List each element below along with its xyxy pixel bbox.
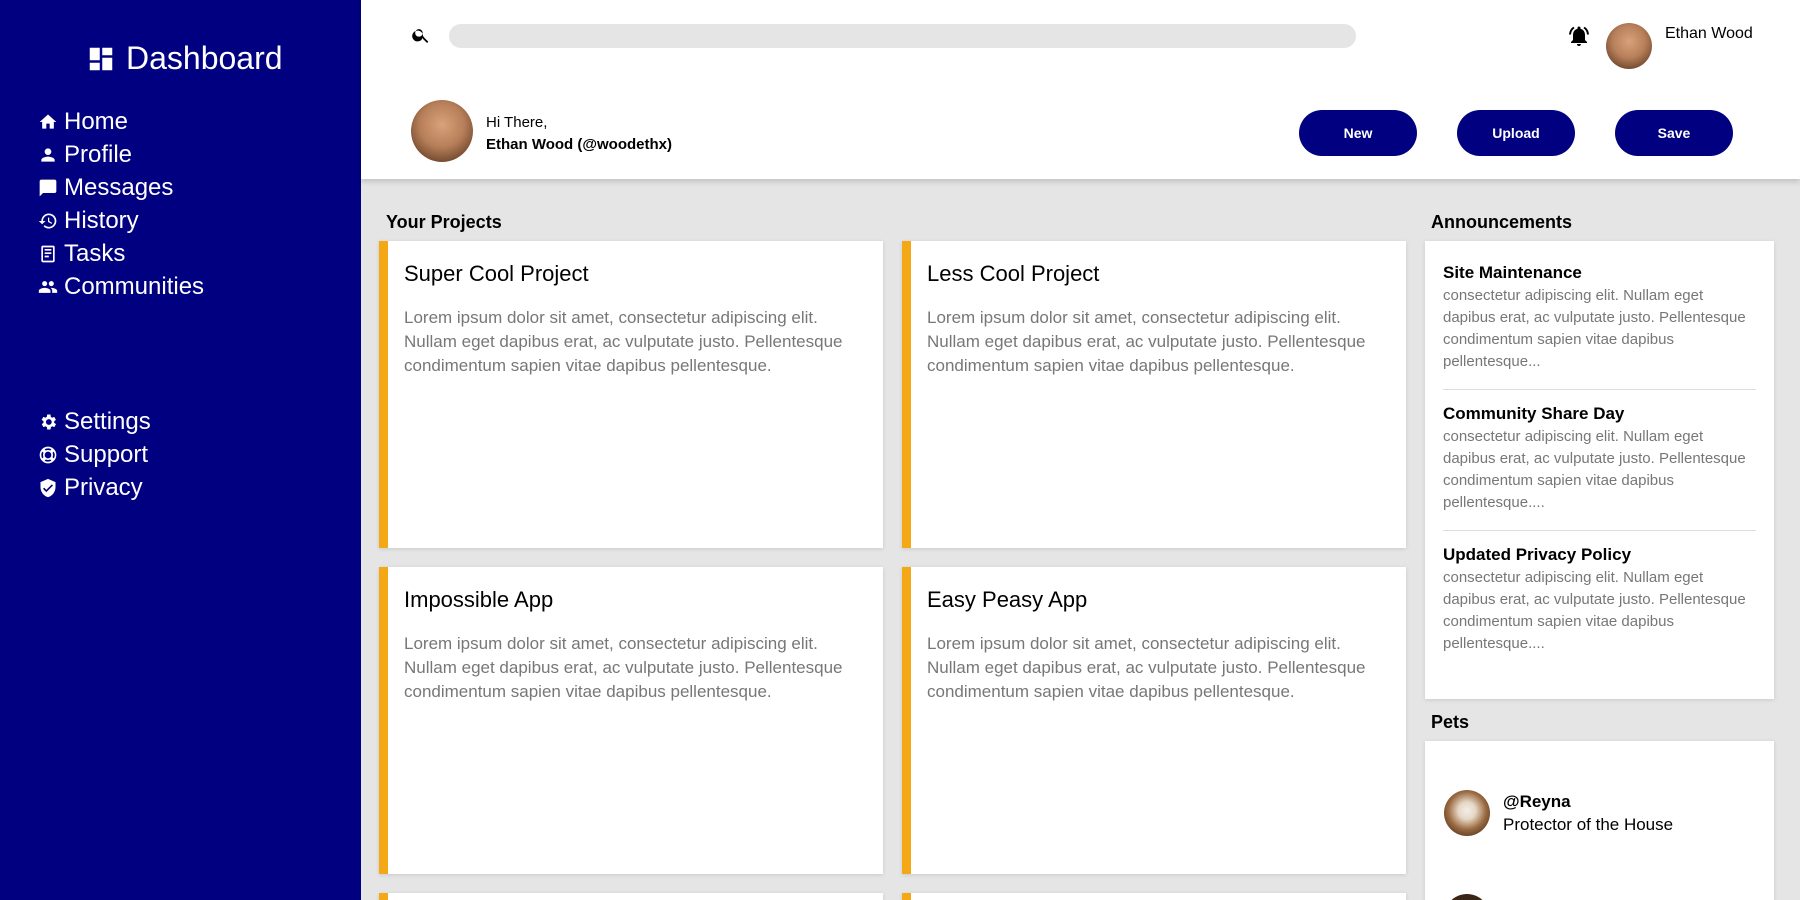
pets-title: Pets <box>1431 712 1470 732</box>
project-description: Lorem ipsum dolor sit amet, consectetur … <box>927 308 1366 375</box>
sidebar-item-label: Profile <box>64 140 133 168</box>
message-icon <box>38 178 58 198</box>
greeting-name: Ethan Wood (@woodethx) <box>486 136 672 153</box>
sidebar-item-label: Settings <box>64 407 151 435</box>
announcement-body: consectetur adipiscing elit. Nullam eget… <box>1443 428 1746 511</box>
announcement-body: consectetur adipiscing elit. Nullam eget… <box>1443 287 1746 370</box>
history-icon <box>38 211 58 231</box>
search-icon[interactable] <box>411 25 431 45</box>
project-card[interactable] <box>379 893 883 900</box>
announcements-title: Announcements <box>1431 212 1573 232</box>
project-title: Impossible App <box>404 587 554 612</box>
announcement-title: Updated Privacy Policy <box>1443 545 1632 564</box>
sidebar: Dashboard Home Profile Messages History … <box>0 0 361 900</box>
header-username[interactable]: Ethan Wood <box>1665 25 1753 43</box>
announcements-panel: Site Maintenance consectetur adipiscing … <box>1425 241 1774 699</box>
tasks-icon <box>38 244 58 264</box>
sidebar-item-label: Messages <box>64 173 174 201</box>
sidebar-item-profile[interactable]: Profile <box>38 138 204 171</box>
project-card[interactable]: Easy Peasy App Lorem ipsum dolor sit ame… <box>902 567 1406 874</box>
secondary-nav: Settings Support Privacy <box>38 405 151 504</box>
projects-title: Your Projects <box>386 212 502 232</box>
project-card[interactable]: Super Cool Project Lorem ipsum dolor sit… <box>379 241 883 548</box>
project-description: Lorem ipsum dolor sit amet, consectetur … <box>404 308 843 375</box>
pet-role: Protector of the House <box>1503 815 1674 834</box>
primary-nav: Home Profile Messages History Tasks Comm… <box>38 105 204 303</box>
group-icon <box>38 277 58 297</box>
sidebar-item-messages[interactable]: Messages <box>38 171 204 204</box>
avatar[interactable] <box>1606 23 1652 69</box>
sidebar-item-label: History <box>64 206 139 234</box>
announcement-title: Site Maintenance <box>1443 263 1582 282</box>
pet-handle[interactable]: @Reyna <box>1503 792 1571 812</box>
bell-icon[interactable] <box>1567 24 1591 48</box>
dashboard-icon <box>89 47 113 70</box>
sidebar-item-privacy[interactable]: Privacy <box>38 471 151 504</box>
announcement-item[interactable]: Community Share Day consectetur adipisci… <box>1443 404 1756 531</box>
sidebar-item-history[interactable]: History <box>38 204 204 237</box>
greeting-text: Hi There, <box>486 114 548 131</box>
project-title: Easy Peasy App <box>927 587 1088 612</box>
announcement-title: Community Share Day <box>1443 404 1625 423</box>
announcement-body: consectetur adipiscing elit. Nullam eget… <box>1443 569 1746 652</box>
profile-avatar <box>411 100 473 162</box>
sidebar-item-label: Support <box>64 440 149 468</box>
save-button[interactable]: Save <box>1615 110 1733 156</box>
project-card[interactable]: Impossible App Lorem ipsum dolor sit ame… <box>379 567 883 874</box>
pets-panel: @Reyna Protector of the House <box>1425 741 1774 900</box>
person-icon <box>38 145 58 165</box>
brand-title: Dashboard <box>126 40 283 76</box>
lifebuoy-icon <box>38 445 58 465</box>
project-description: Lorem ipsum dolor sit amet, consectetur … <box>927 634 1366 701</box>
home-icon <box>38 112 58 132</box>
sidebar-item-label: Communities <box>64 272 205 300</box>
greeting: Hi There, Ethan Wood (@woodethx) <box>486 112 672 156</box>
sidebar-item-label: Tasks <box>64 239 126 267</box>
sidebar-item-communities[interactable]: Communities <box>38 270 204 303</box>
announcement-item[interactable]: Updated Privacy Policy consectetur adipi… <box>1443 545 1756 671</box>
new-button[interactable]: New <box>1299 110 1417 156</box>
shield-icon <box>38 478 58 498</box>
sidebar-item-support[interactable]: Support <box>38 438 151 471</box>
project-card[interactable] <box>902 893 1406 900</box>
project-title: Less Cool Project <box>927 261 1100 286</box>
announcement-item[interactable]: Site Maintenance consectetur adipiscing … <box>1443 263 1756 390</box>
header: Ethan Wood Hi There, Ethan Wood (@woodet… <box>361 0 1800 179</box>
pet-avatar[interactable] <box>1444 790 1490 836</box>
upload-button[interactable]: Upload <box>1457 110 1575 156</box>
sidebar-item-label: Privacy <box>64 473 143 501</box>
gear-icon <box>38 412 58 432</box>
project-card[interactable]: Less Cool Project Lorem ipsum dolor sit … <box>902 241 1406 548</box>
search-input[interactable] <box>449 24 1356 48</box>
pet-avatar[interactable] <box>1444 894 1490 900</box>
sidebar-item-settings[interactable]: Settings <box>38 405 151 438</box>
sidebar-item-home[interactable]: Home <box>38 105 204 138</box>
sidebar-item-tasks[interactable]: Tasks <box>38 237 204 270</box>
brand[interactable]: Dashboard <box>86 40 283 77</box>
project-description: Lorem ipsum dolor sit amet, consectetur … <box>404 634 843 701</box>
project-title: Super Cool Project <box>404 261 589 286</box>
sidebar-item-label: Home <box>64 107 129 135</box>
